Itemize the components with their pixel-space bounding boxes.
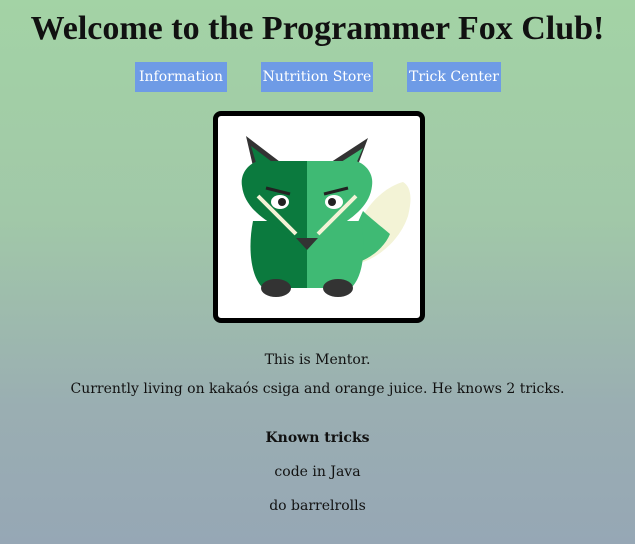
nav-nutrition-store-button[interactable]: Nutrition Store	[261, 62, 373, 92]
fox-portrait	[213, 111, 425, 323]
known-tricks-heading: Known tricks	[265, 430, 370, 446]
nav-trick-center-button[interactable]: Trick Center	[407, 62, 501, 92]
trick-list-item: code in Java	[274, 464, 361, 480]
nav-information-button[interactable]: Information	[135, 62, 227, 92]
trick-list-item: do barrelrolls	[269, 498, 366, 514]
fox-name-text: This is Mentor.	[264, 352, 371, 368]
fox-icon	[241, 136, 411, 297]
main-nav: Information Nutrition Store Trick Center	[0, 62, 635, 92]
page-title: Welcome to the Programmer Fox Club!	[30, 10, 605, 47]
fox-status-text: Currently living on kakaós csiga and ora…	[70, 381, 565, 397]
